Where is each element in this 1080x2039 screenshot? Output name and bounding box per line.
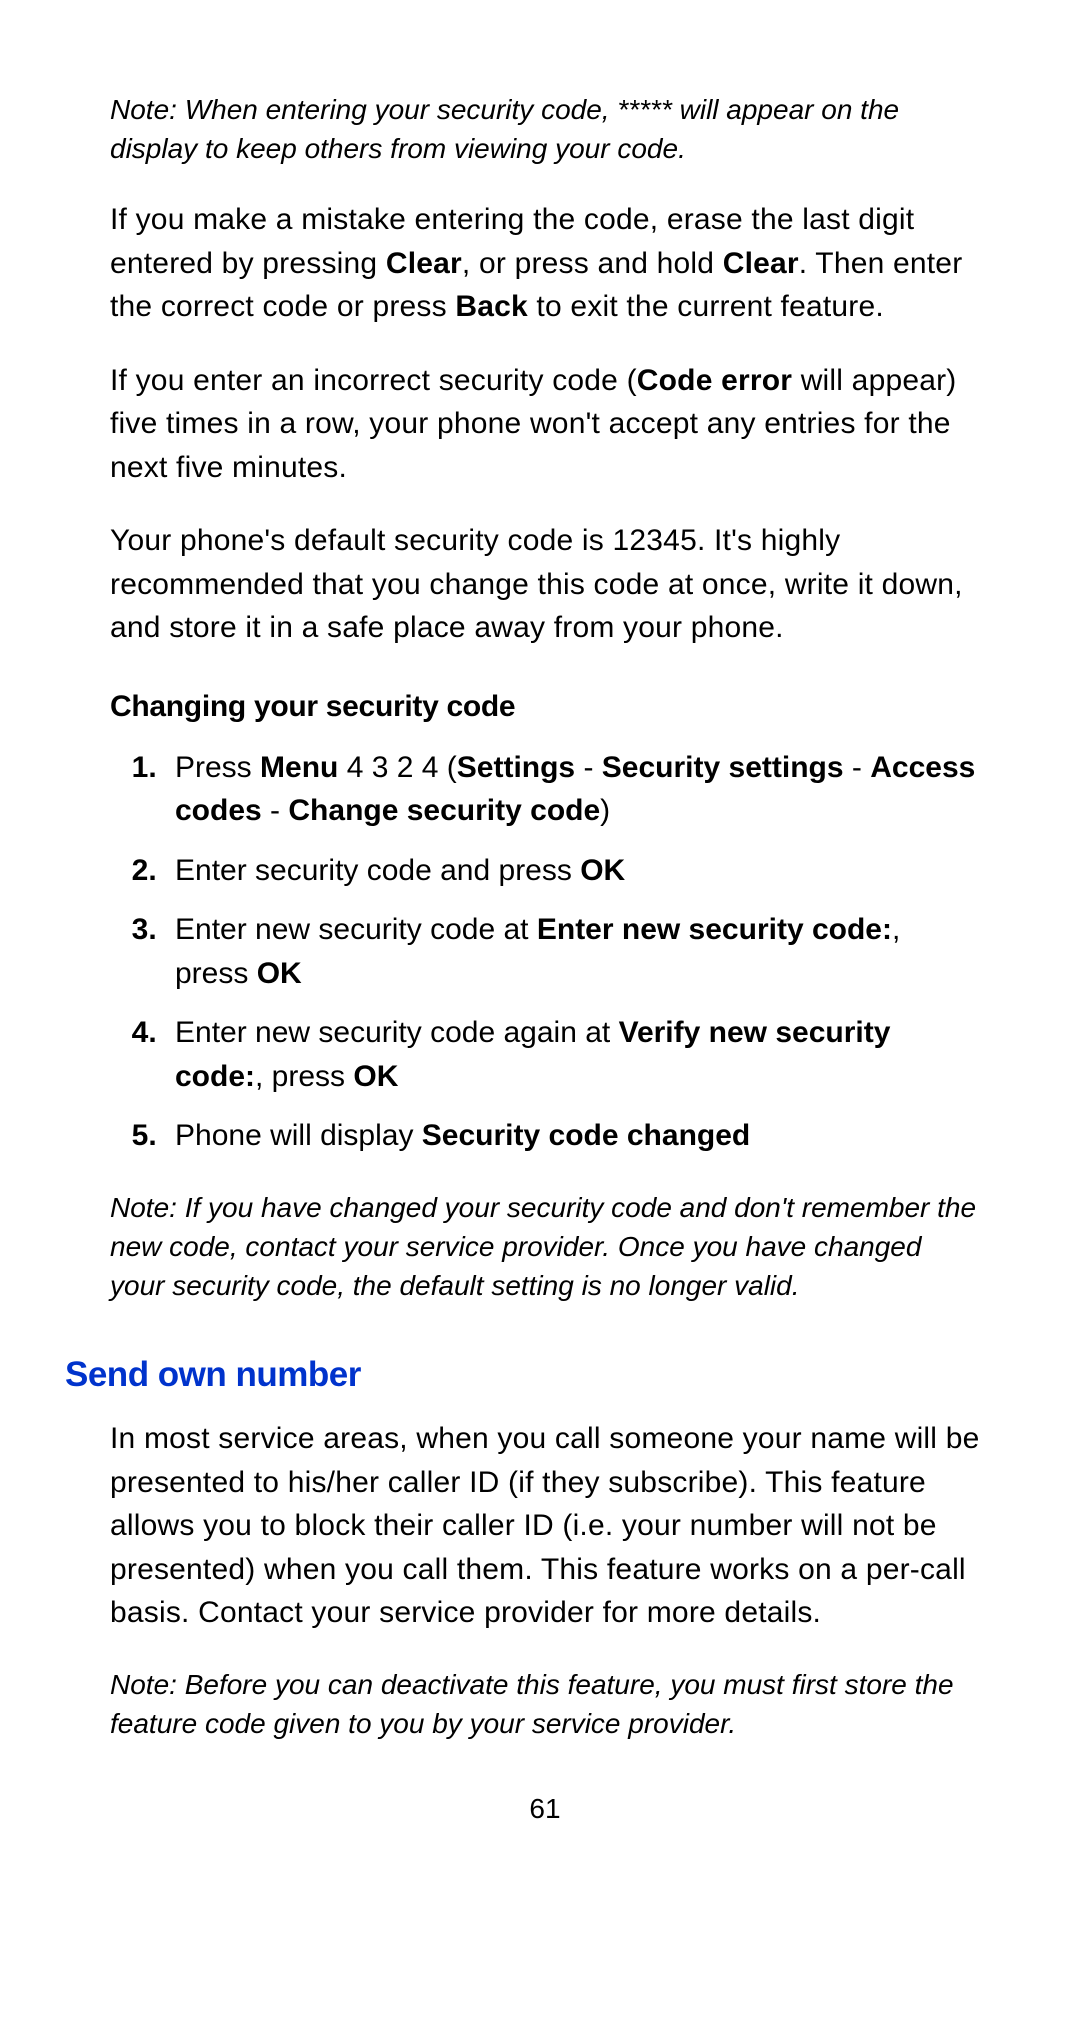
steps-list: Press Menu 4 3 2 4 (Settings - Security … xyxy=(110,746,980,1158)
text: - xyxy=(575,751,602,784)
text: Phone will display xyxy=(175,1119,422,1152)
sub-heading-changing-code: Changing your security code xyxy=(110,690,980,724)
bold-ok: OK xyxy=(580,854,625,887)
bold-menu: Menu xyxy=(260,751,338,784)
paragraph-mistake: If you make a mistake entering the code,… xyxy=(110,198,980,329)
bold-back: Back xyxy=(455,290,528,323)
text: , or press and hold xyxy=(462,247,723,280)
bold-settings: Settings xyxy=(457,751,575,784)
text: 4 3 2 4 ( xyxy=(338,751,456,784)
section-heading-send-own-number: Send own number xyxy=(65,1355,980,1395)
step-5: Phone will display Security code changed xyxy=(165,1114,980,1158)
step-3: Enter new security code at Enter new sec… xyxy=(165,908,980,995)
bold-security-code-changed: Security code changed xyxy=(422,1119,750,1152)
paragraph-default-code: Your phone's default security code is 12… xyxy=(110,519,980,650)
text: Enter security code and press xyxy=(175,854,580,887)
bold-clear: Clear xyxy=(386,247,462,280)
bold-change-security-code: Change security code xyxy=(288,794,600,827)
text: to exit the current feature. xyxy=(528,290,884,323)
text: ) xyxy=(600,794,610,827)
text: If you enter an incorrect security code … xyxy=(110,364,637,397)
text: - xyxy=(262,794,289,827)
text: Enter new security code again at xyxy=(175,1016,619,1049)
bold-ok: OK xyxy=(353,1060,398,1093)
text: - xyxy=(844,751,871,784)
note-mid: Note: If you have changed your security … xyxy=(110,1188,980,1306)
document-page: Note: When entering your security code, … xyxy=(0,0,1080,1885)
text: Press xyxy=(175,751,260,784)
note-bottom: Note: Before you can deactivate this fea… xyxy=(110,1665,980,1743)
step-2: Enter security code and press OK xyxy=(165,849,980,893)
paragraph-incorrect: If you enter an incorrect security code … xyxy=(110,359,980,490)
page-number: 61 xyxy=(110,1793,980,1825)
step-1: Press Menu 4 3 2 4 (Settings - Security … xyxy=(165,746,980,833)
bold-clear: Clear xyxy=(723,247,799,280)
step-4: Enter new security code again at Verify … xyxy=(165,1011,980,1098)
bold-enter-new-code: Enter new security code: xyxy=(537,913,892,946)
bold-security-settings: Security settings xyxy=(602,751,844,784)
paragraph-send-own-number: In most service areas, when you call som… xyxy=(110,1417,980,1635)
text: , press xyxy=(255,1060,353,1093)
bold-ok: OK xyxy=(257,957,302,990)
text: Enter new security code at xyxy=(175,913,537,946)
note-top: Note: When entering your security code, … xyxy=(110,90,980,168)
bold-code-error: Code error xyxy=(637,364,792,397)
